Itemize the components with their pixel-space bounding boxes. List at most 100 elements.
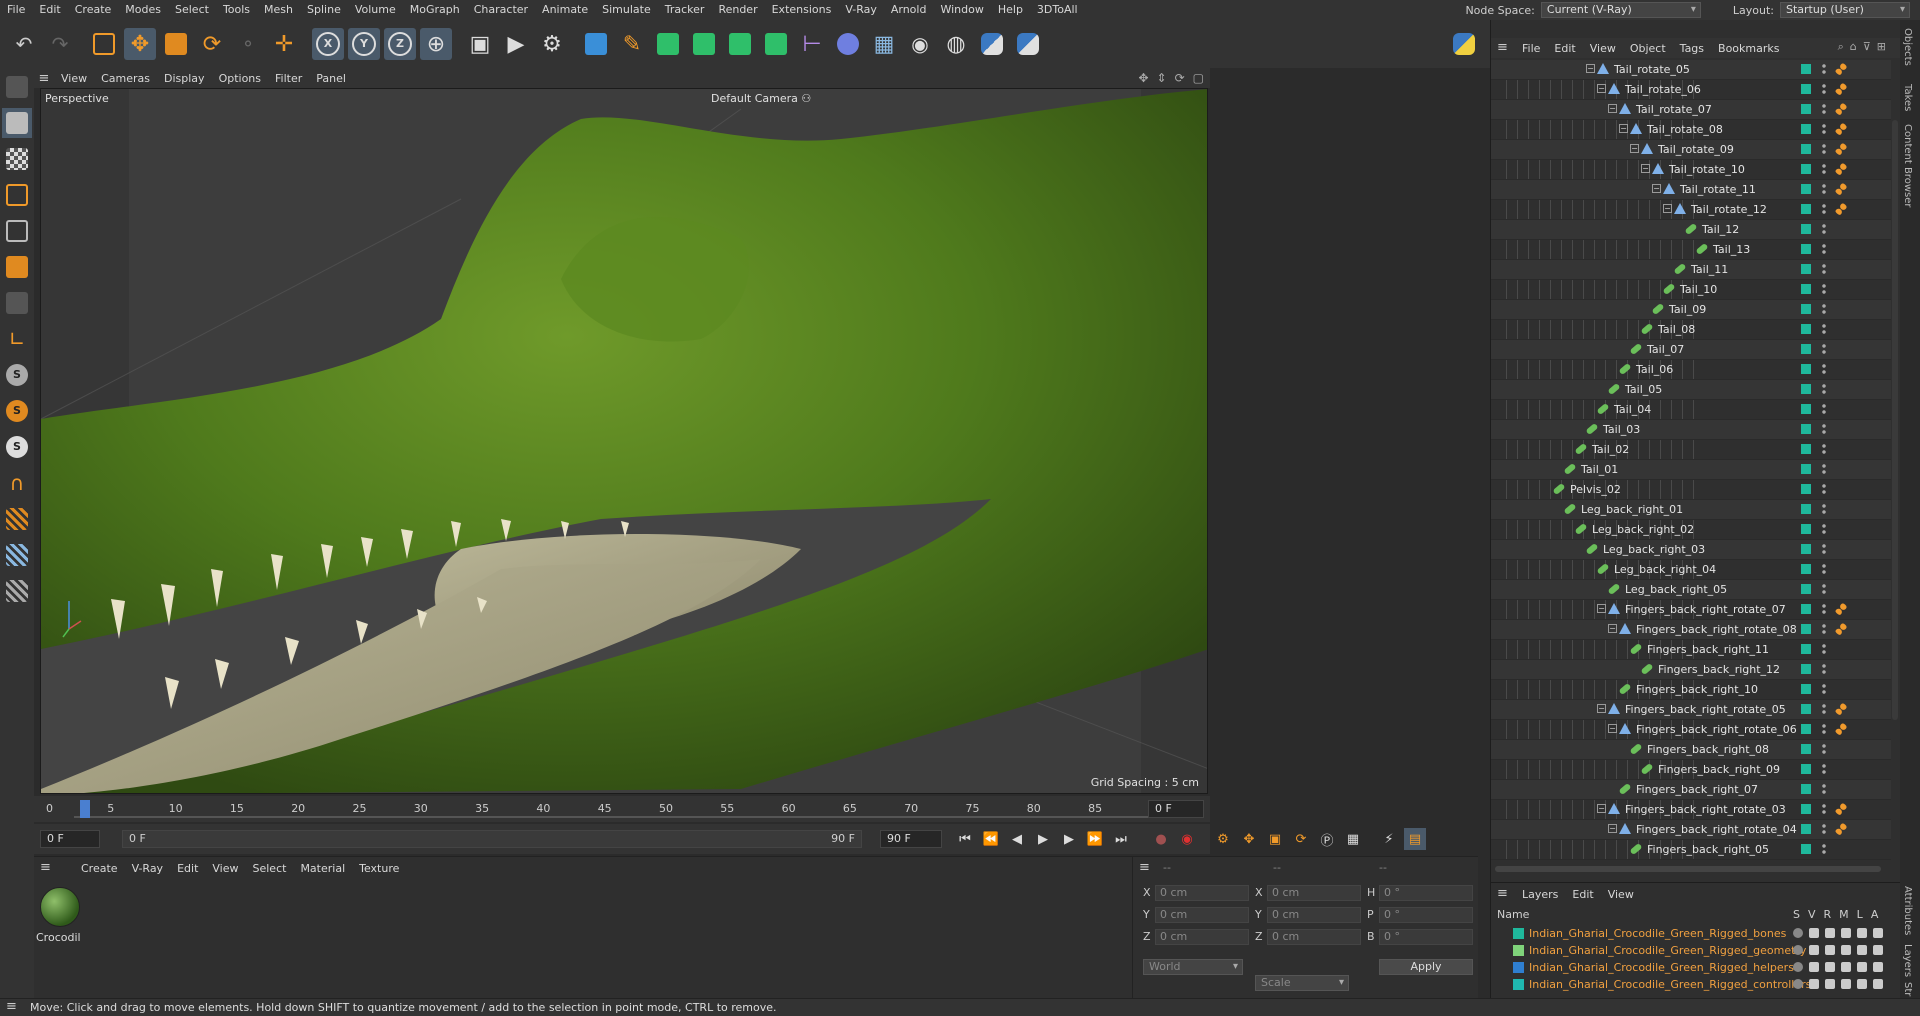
mograph-cloner-button[interactable] xyxy=(724,28,756,60)
visibility-dots-icon[interactable] xyxy=(1822,603,1826,615)
menu-simulate[interactable]: Simulate xyxy=(595,0,658,20)
layer-color-icon[interactable] xyxy=(1801,84,1811,94)
visibility-dots-icon[interactable] xyxy=(1822,683,1826,695)
object-row[interactable]: − Fingers_back_right_rotate_08 xyxy=(1491,620,1891,640)
manager-icon[interactable] xyxy=(1841,928,1851,938)
render-icon[interactable] xyxy=(1825,962,1835,972)
expand-toggle-icon[interactable]: − xyxy=(1597,704,1606,713)
object-row[interactable]: Fingers_back_right_08 xyxy=(1491,740,1891,760)
layer-color-icon[interactable] xyxy=(1801,844,1811,854)
play-button[interactable]: ▶ xyxy=(1032,828,1054,850)
layer-color-icon[interactable] xyxy=(1801,724,1811,734)
layer-color-icon[interactable] xyxy=(1801,564,1811,574)
end-frame-field[interactable]: 90 F xyxy=(880,830,942,848)
visibility-dots-icon[interactable] xyxy=(1822,803,1826,815)
object-menu-view[interactable]: View xyxy=(1583,42,1623,55)
light-button[interactable]: ◍ xyxy=(940,28,972,60)
object-row[interactable]: − Tail_rotate_06 xyxy=(1491,80,1891,100)
expand-toggle-icon[interactable]: − xyxy=(1663,204,1672,213)
axis-mode-button[interactable]: ∟ xyxy=(2,324,32,354)
object-row[interactable]: Tail_06 xyxy=(1491,360,1891,380)
layer-color-icon[interactable] xyxy=(1801,324,1811,334)
render-settings-button[interactable]: ⚙ xyxy=(536,28,568,60)
coord-rot-field[interactable]: 0 ° xyxy=(1379,885,1473,901)
visibility-dots-icon[interactable] xyxy=(1822,163,1826,175)
layer-menu-edit[interactable]: Edit xyxy=(1565,888,1600,901)
render-icon[interactable] xyxy=(1825,928,1835,938)
apply-button[interactable]: Apply xyxy=(1379,959,1473,975)
expand-toggle-icon[interactable]: − xyxy=(1630,144,1639,153)
layer-color-swatch[interactable] xyxy=(1513,979,1524,990)
expand-toggle-icon[interactable]: − xyxy=(1586,64,1595,73)
python-console-button[interactable] xyxy=(1448,28,1480,60)
menu-mograph[interactable]: MoGraph xyxy=(403,0,467,20)
expand-toggle-icon[interactable]: − xyxy=(1608,624,1617,633)
object-row[interactable]: Tail_13 xyxy=(1491,240,1891,260)
locked-workplane-button[interactable] xyxy=(2,576,32,606)
autokey-button[interactable]: ● xyxy=(1150,828,1172,850)
visibility-dots-icon[interactable] xyxy=(1822,763,1826,775)
expand-toggle-icon[interactable]: − xyxy=(1641,164,1650,173)
grid-button[interactable] xyxy=(2,540,32,570)
constraint-tag-icon[interactable] xyxy=(1835,603,1847,615)
object-vscrollbar[interactable] xyxy=(1892,120,1898,720)
layer-color-icon[interactable] xyxy=(1801,64,1811,74)
menu-tracker[interactable]: Tracker xyxy=(658,0,712,20)
object-row[interactable]: Fingers_back_right_09 xyxy=(1491,760,1891,780)
object-row[interactable]: − Fingers_back_right_rotate_06 xyxy=(1491,720,1891,740)
layer-color-icon[interactable] xyxy=(1801,184,1811,194)
layer-color-icon[interactable] xyxy=(1801,764,1811,774)
object-row[interactable]: Tail_05 xyxy=(1491,380,1891,400)
visibility-dots-icon[interactable] xyxy=(1822,583,1826,595)
animation-icon[interactable] xyxy=(1873,962,1883,972)
timeline-button[interactable]: ▤ xyxy=(1404,828,1426,850)
layer-row[interactable]: Indian_Gharial_Crocodile_Green_Rigged_co… xyxy=(1491,976,1901,993)
expand-toggle-icon[interactable]: − xyxy=(1597,84,1606,93)
layer-color-icon[interactable] xyxy=(1801,484,1811,494)
viewport-zoom-icon[interactable]: ⇕ xyxy=(1157,71,1167,85)
layer-color-icon[interactable] xyxy=(1801,644,1811,654)
render-view-button[interactable]: ▣ xyxy=(464,28,496,60)
z-axis-button[interactable]: Z xyxy=(384,28,416,60)
object-row[interactable]: − Tail_rotate_11 xyxy=(1491,180,1891,200)
coord-pos-field[interactable]: 0 cm xyxy=(1155,929,1249,945)
live-selection-button[interactable] xyxy=(88,28,120,60)
visibility-dots-icon[interactable] xyxy=(1822,443,1826,455)
layer-color-icon[interactable] xyxy=(1801,604,1811,614)
side-tab-objects[interactable]: Objects xyxy=(1902,28,1913,66)
object-row[interactable]: − Tail_rotate_10 xyxy=(1491,160,1891,180)
object-row[interactable]: Leg_back_right_02 xyxy=(1491,520,1891,540)
object-menu-object[interactable]: Object xyxy=(1623,42,1673,55)
camera-button[interactable]: ◉ xyxy=(904,28,936,60)
visibility-dots-icon[interactable] xyxy=(1822,383,1826,395)
menu-window[interactable]: Window xyxy=(933,0,990,20)
start-frame-field[interactable]: 0 F xyxy=(40,830,100,848)
material-panel-menu-icon[interactable]: ≡ xyxy=(40,860,51,875)
new-window-icon[interactable]: ⊞ xyxy=(1877,40,1886,54)
side-tab-str[interactable]: Str xyxy=(1902,982,1913,996)
object-row[interactable]: − Tail_rotate_12 xyxy=(1491,200,1891,220)
lock-icon[interactable] xyxy=(1857,962,1867,972)
constraint-tag-icon[interactable] xyxy=(1835,823,1847,835)
visibility-dots-icon[interactable] xyxy=(1822,363,1826,375)
size-mode-select[interactable]: Scale xyxy=(1255,975,1349,991)
layer-color-swatch[interactable] xyxy=(1513,945,1524,956)
key-parameter-button[interactable]: Ⓟ xyxy=(1316,828,1338,850)
object-row[interactable]: Tail_12 xyxy=(1491,220,1891,240)
pen-button[interactable]: ✎ xyxy=(616,28,648,60)
solo-icon[interactable] xyxy=(1793,979,1803,989)
coord-pos-field[interactable]: 0 cm xyxy=(1155,907,1249,923)
next-key-button[interactable]: ⏩ xyxy=(1084,828,1106,850)
layer-menu-view[interactable]: View xyxy=(1601,888,1641,901)
layer-color-icon[interactable] xyxy=(1801,684,1811,694)
next-frame-button[interactable]: ▶ xyxy=(1058,828,1080,850)
field-button[interactable] xyxy=(832,28,864,60)
menu-select[interactable]: Select xyxy=(168,0,216,20)
lock-icon[interactable] xyxy=(1857,928,1867,938)
material-menu-vray[interactable]: V-Ray xyxy=(125,862,171,875)
visibility-dots-icon[interactable] xyxy=(1822,63,1826,75)
side-tab-takes[interactable]: Takes xyxy=(1902,84,1913,111)
layer-color-icon[interactable] xyxy=(1801,404,1811,414)
object-row[interactable]: − Fingers_back_right_rotate_03 xyxy=(1491,800,1891,820)
render-icon[interactable] xyxy=(1825,979,1835,989)
